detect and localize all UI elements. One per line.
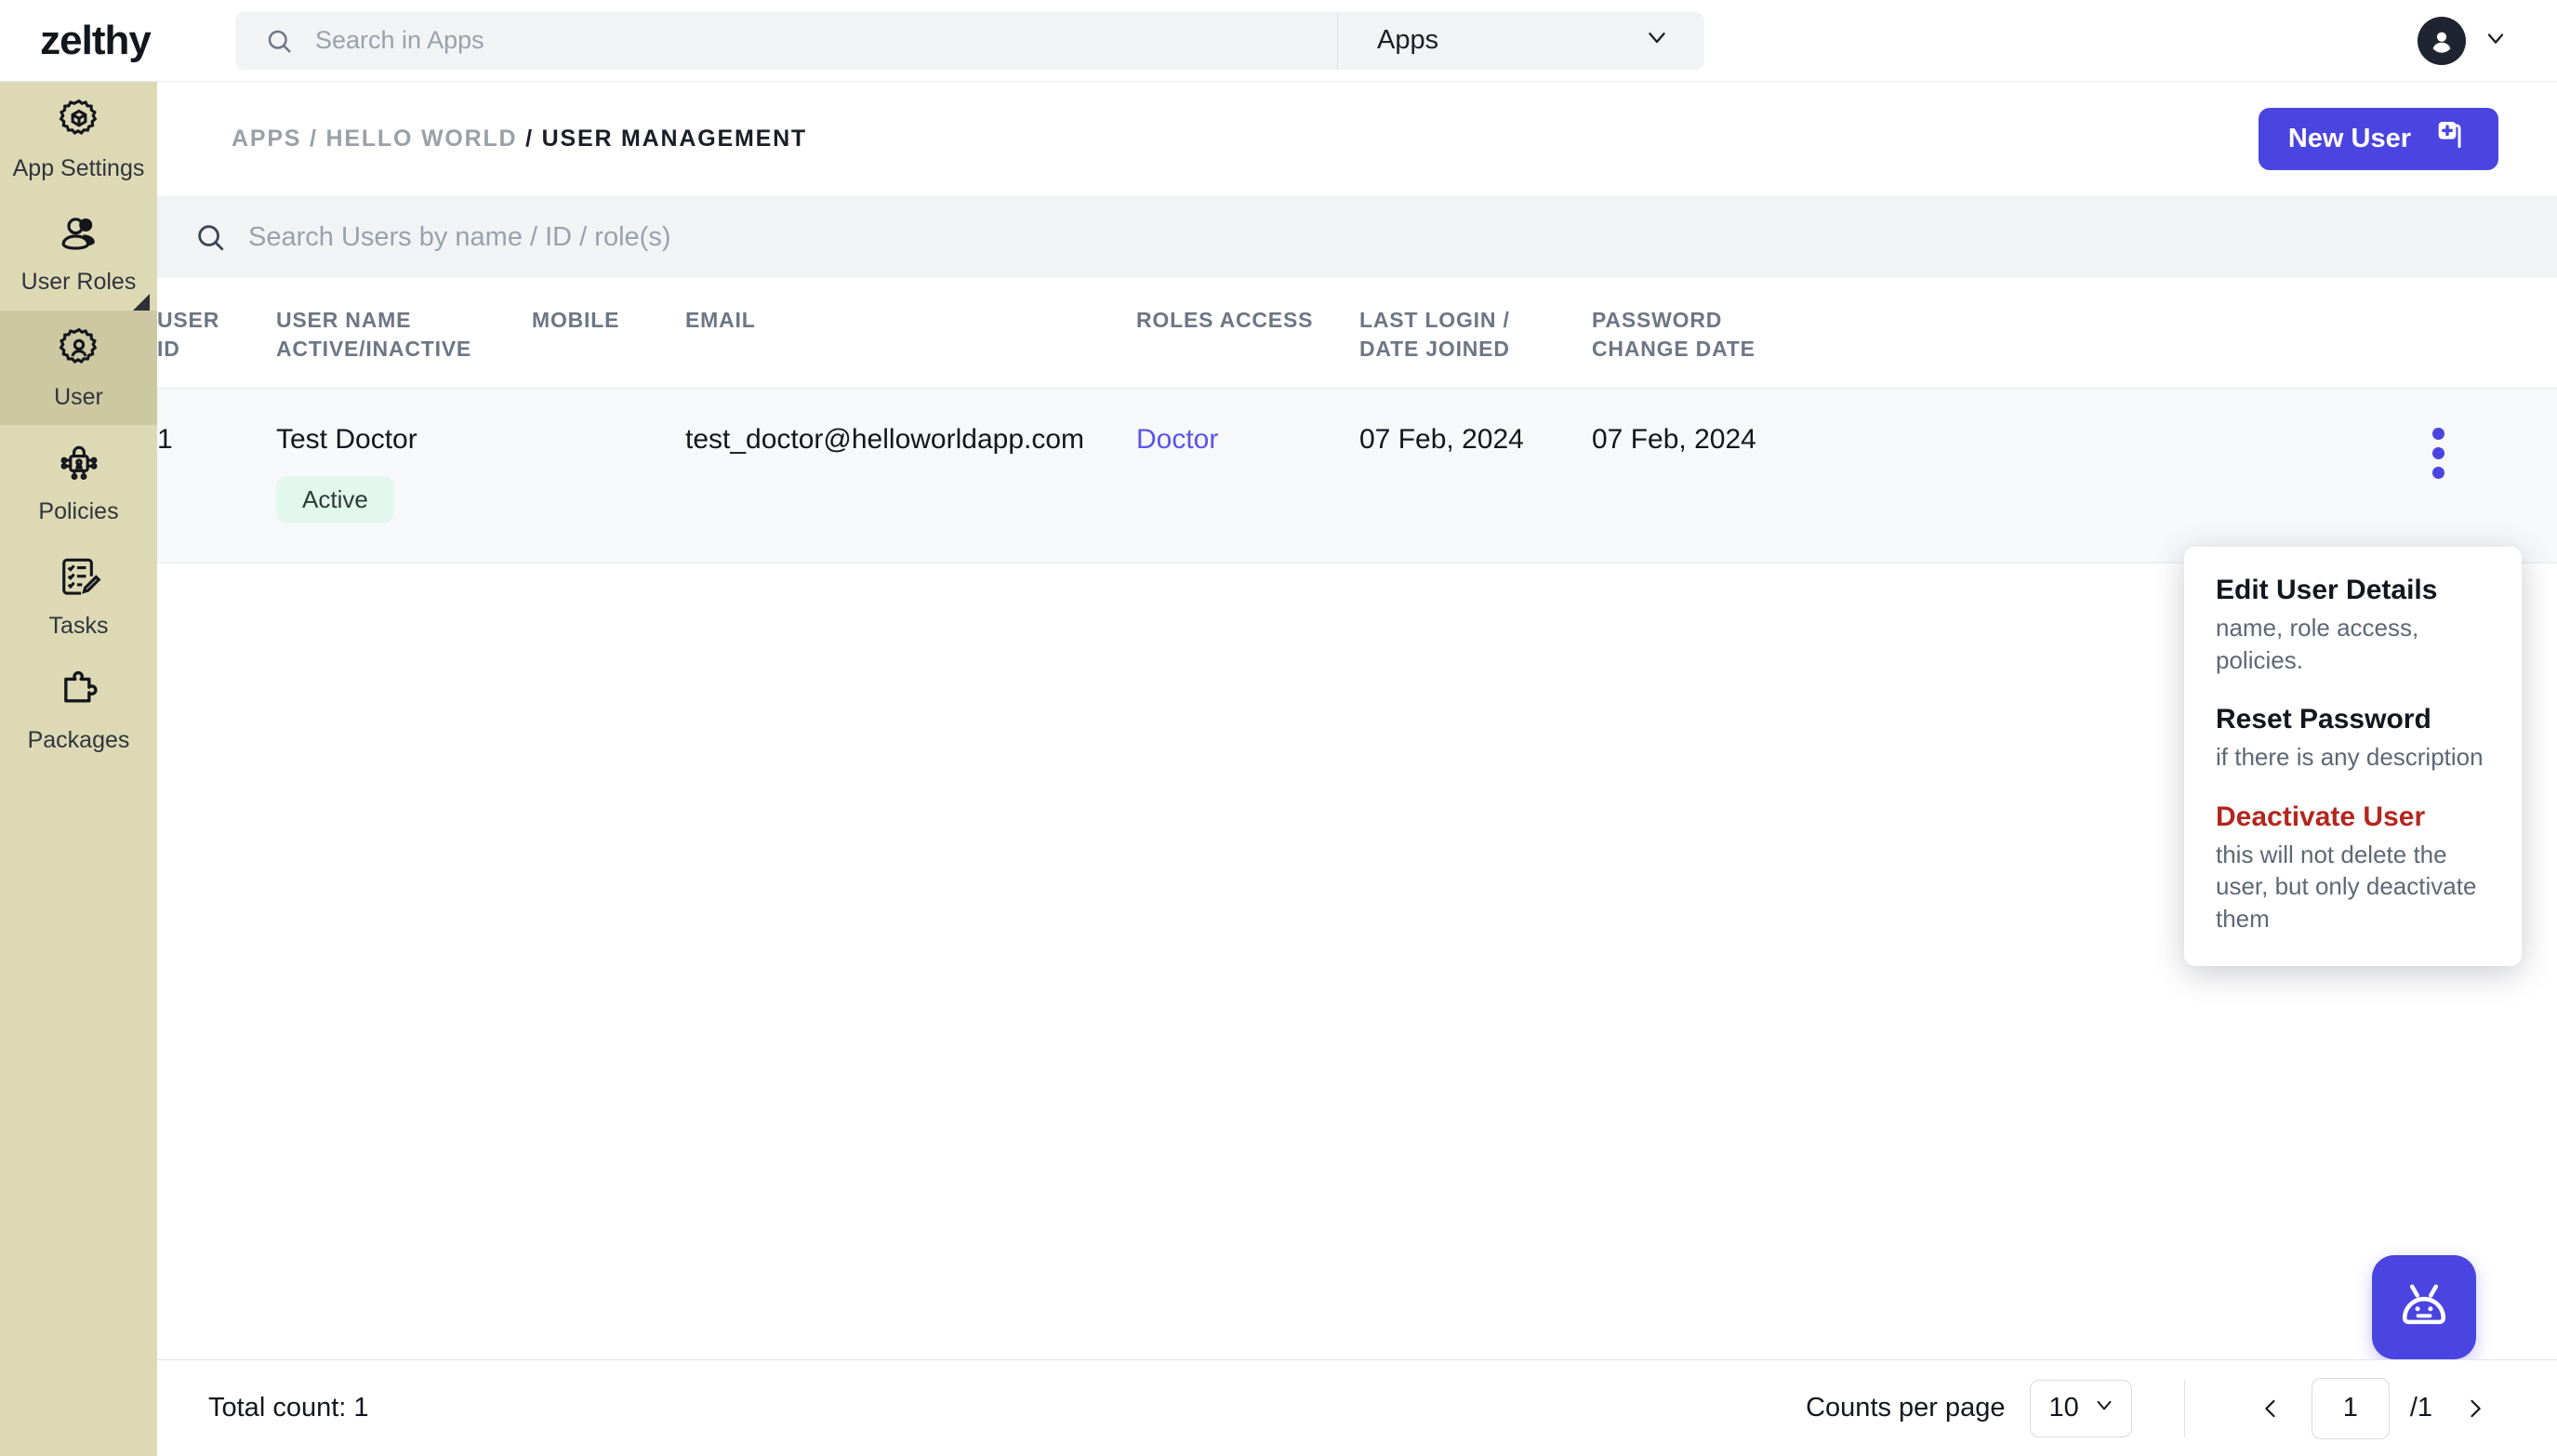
sidebar-item-user-roles[interactable]: User Roles [0,196,157,311]
search-input[interactable] [315,26,1337,55]
menu-item-title: Edit User Details [2216,575,2438,605]
sidebar-item-label: App Settings [12,154,145,181]
puzzle-piece-icon [56,668,102,720]
col-roles-access: ROLES ACCESS [1136,308,1314,332]
chevron-down-icon [1643,23,1671,59]
col-last-login: LAST LOGIN / DATE JOINED [1359,308,1510,362]
counts-per-page-select[interactable]: 10 [2029,1379,2132,1437]
gear-cube-icon [56,97,102,148]
counts-per-page-value: 10 [2048,1393,2079,1423]
dot [2432,428,2444,441]
sidebar-item-label: User Roles [20,268,137,295]
table-header-row: USER ID USER NAME ACTIVE/INACTIVE MOBILE… [157,278,2557,389]
table-body: 1 Test Doctor Active test_doctor@hellowo… [157,388,2557,563]
brand-logo[interactable]: zelthy [0,18,191,64]
menu-item-desc: name, role access, policies. [2216,614,2419,674]
sidebar-item-label: User [54,383,103,410]
sidebar-item-packages[interactable]: Packages [0,654,157,768]
robot-icon [2394,1276,2454,1340]
current-page-input[interactable]: 1 [2311,1377,2390,1439]
cell-user-id: 1 [157,424,173,456]
previous-page-button[interactable] [2237,1396,2304,1422]
top-bar: zelthy Apps [0,0,2557,82]
counts-per-page-label: Counts per page [1806,1393,2006,1423]
sidebar-item-app-settings[interactable]: App Settings [0,82,157,196]
row-actions-dropdown: Edit User Details name, role access, pol… [2184,547,2522,967]
breadcrumb-separator: / [525,126,534,152]
search-scope-label: Apps [1377,25,1439,55]
cell-user-name: Test Doctor Active [276,389,532,563]
main-content: APPS / HELLO WORLD / USER MANAGEMENT New… [157,82,2557,1456]
menu-item-title: Deactivate User [2216,801,2426,832]
search-icon [194,221,226,253]
cell-password-change-date: 07 Feb, 2024 [1592,424,1756,456]
col-user-name: USER NAME ACTIVE/INACTIVE [276,308,472,362]
menu-item-title: Reset Password [2216,704,2431,735]
users-icon [56,212,102,261]
sidebar-item-tasks[interactable]: Tasks [0,539,157,654]
row-actions-menu-button[interactable] [2432,424,2444,480]
table-header: USER ID USER NAME ACTIVE/INACTIVE MOBILE… [157,278,2557,389]
cell-actions [1992,389,2557,563]
table-row: 1 Test Doctor Active test_doctor@hellowo… [157,388,2557,563]
cell-email: test_doctor@helloworldapp.com [685,424,1085,456]
new-user-button[interactable]: New User [2258,108,2498,170]
menu-item-desc: if there is any description [2216,743,2484,772]
user-search-bar[interactable] [157,196,2557,278]
cell-mobile [532,389,685,563]
avatar [2418,16,2466,65]
status-badge: Active [276,476,394,524]
user-name-text: Test Doctor [276,424,417,456]
sidebar-item-label: Policies [38,497,119,524]
global-search[interactable]: Apps [235,11,1704,70]
sidebar-item-label: Packages [27,726,130,753]
breadcrumb-parents[interactable]: APPS / HELLO WORLD [232,126,517,152]
col-mobile: MOBILE [532,308,620,332]
checklist-pencil-icon [56,554,102,605]
col-user-id: USER ID [157,308,220,362]
breadcrumb-current-wrap: / USER MANAGEMENT [525,126,807,152]
dot [2432,447,2444,460]
chevron-down-icon [2483,25,2509,56]
next-page-button[interactable] [2442,1396,2509,1422]
col-password-change-date: PASSWORD CHANGE DATE [1592,308,1755,362]
pagination-controls: Counts per page 10 1 /1 [1806,1377,2509,1439]
table-footer: Total count: 1 Counts per page 10 1 /1 [157,1359,2557,1456]
chatbot-button[interactable] [2372,1255,2476,1359]
sidebar-item-policies[interactable]: Policies [0,425,157,539]
gear-user-icon [56,325,102,377]
total-count: Total count: 1 [208,1393,369,1423]
sidebar-item-user[interactable]: User [0,311,157,425]
sidebar-item-label: Tasks [48,612,109,639]
account-menu[interactable] [2418,16,2509,65]
menu-item-reset-password[interactable]: Reset Password if there is any descripti… [2216,704,2490,774]
cell-roles-access: Doctor [1136,389,1359,563]
menu-item-desc: this will not delete the user, but only … [2216,840,2477,933]
col-actions [1992,278,2557,389]
breadcrumb: APPS / HELLO WORLD / USER MANAGEMENT [232,126,807,152]
page-header: APPS / HELLO WORLD / USER MANAGEMENT New… [157,82,2557,196]
menu-item-edit-user-details[interactable]: Edit User Details name, role access, pol… [2216,575,2490,676]
user-search-input[interactable] [248,221,2557,253]
new-user-label: New User [2287,124,2411,153]
divider [2183,1379,2185,1437]
chevron-down-icon [2092,1393,2116,1424]
dot [2432,467,2444,480]
col-email: EMAIL [685,308,756,332]
cell-last-login: 07 Feb, 2024 [1359,424,1524,456]
search-icon [265,27,293,55]
add-document-icon [2431,117,2469,162]
page-title: USER MANAGEMENT [541,126,807,152]
menu-item-deactivate-user[interactable]: Deactivate User this will not delete the… [2216,801,2490,935]
total-pages: /1 [2409,1393,2432,1423]
sidebar: App Settings User Roles User Policies Ta… [0,82,157,1456]
lock-network-icon [55,440,103,491]
users-table: USER ID USER NAME ACTIVE/INACTIVE MOBILE… [157,278,2557,563]
search-scope-dropdown[interactable]: Apps [1337,11,1704,70]
role-link[interactable]: Doctor [1136,424,1218,455]
